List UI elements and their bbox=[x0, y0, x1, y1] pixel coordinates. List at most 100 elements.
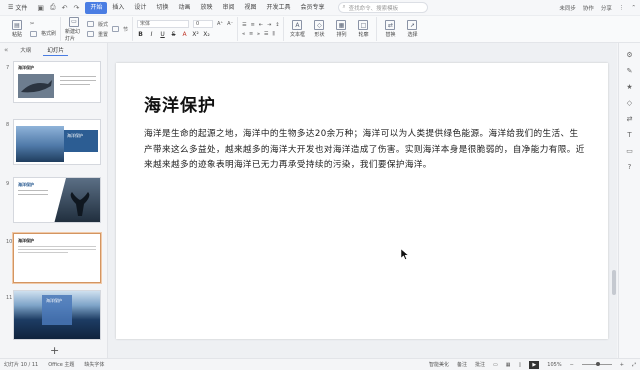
align-right-icon[interactable]: ⫸ bbox=[257, 31, 260, 37]
layout-button[interactable]: 版式 bbox=[87, 21, 108, 28]
zoom-out-icon[interactable]: − bbox=[570, 362, 574, 368]
save-icon[interactable]: ▣ bbox=[37, 4, 44, 12]
reset-button[interactable]: 重置 bbox=[87, 31, 108, 38]
slide-thumbnail-11[interactable]: 海洋保护 bbox=[13, 290, 101, 340]
transition-icon[interactable]: ⇄ bbox=[627, 115, 633, 123]
text-panel-icon[interactable]: T bbox=[627, 131, 631, 139]
slide-thumbnail-9[interactable]: 海洋保护 bbox=[13, 177, 101, 223]
arrange-button[interactable]: ▦ 排列 bbox=[332, 20, 350, 38]
scrollbar-thumb[interactable] bbox=[612, 270, 616, 295]
tab-home[interactable]: 开始 bbox=[85, 1, 108, 14]
sync-status[interactable]: 未同步 bbox=[559, 4, 576, 12]
shape-panel-icon[interactable]: ◇ bbox=[627, 99, 632, 107]
slideshow-play-button[interactable]: ▶ bbox=[529, 360, 540, 369]
replace-label: 替换 bbox=[385, 32, 396, 38]
replace-button[interactable]: ⇄ 替换 bbox=[381, 20, 399, 38]
align-left-icon[interactable]: ⫷ bbox=[242, 31, 245, 37]
reading-view-icon[interactable]: ▯ bbox=[519, 362, 522, 368]
indent-decrease-icon[interactable]: ⇤ bbox=[259, 22, 263, 28]
add-slide-button[interactable]: + bbox=[50, 344, 59, 357]
bold-button[interactable]: B bbox=[137, 31, 144, 38]
share-button[interactable]: 分享 bbox=[601, 4, 612, 12]
slide-body-text[interactable]: 海洋是生命的起源之地，海洋中的生物多达20余万种；海洋可以为人类提供绿色能源。海… bbox=[144, 127, 586, 174]
underline-button[interactable]: U bbox=[159, 31, 166, 38]
missing-font-indicator[interactable]: 缺失字体 bbox=[84, 361, 104, 368]
strikethrough-button[interactable]: S bbox=[170, 31, 177, 38]
font-color-button[interactable]: A bbox=[181, 31, 188, 38]
numbered-list-icon[interactable]: ≡ bbox=[251, 22, 255, 28]
tab-view[interactable]: 视图 bbox=[240, 2, 262, 14]
design-icon[interactable]: ✎ bbox=[627, 67, 633, 75]
tab-animation[interactable]: 动画 bbox=[173, 2, 195, 14]
current-slide[interactable]: 海洋保护 海洋是生命的起源之地，海洋中的生物多达20余万种；海洋可以为人类提供绿… bbox=[116, 63, 608, 339]
bullet-list-icon[interactable]: ☰ bbox=[242, 22, 246, 28]
redo-icon[interactable]: ↷ bbox=[74, 4, 80, 12]
indent-increase-icon[interactable]: ⇥ bbox=[267, 22, 271, 28]
thumb-text-line bbox=[60, 84, 90, 85]
hamburger-icon: ☰ bbox=[8, 4, 14, 11]
comment-icon[interactable]: ▭ bbox=[626, 147, 633, 155]
slide-thumbnail-8[interactable]: 海洋保护 bbox=[13, 119, 101, 165]
paste-label: 粘贴 bbox=[11, 32, 22, 38]
smart-beautify-button[interactable]: 智能美化 bbox=[429, 361, 449, 368]
vertical-scrollbar[interactable] bbox=[612, 43, 617, 358]
format-painter-button[interactable]: 格式刷 bbox=[30, 30, 56, 37]
slide-number: 11 bbox=[6, 295, 13, 301]
new-slide-button[interactable]: ▭ 新建幻灯片 bbox=[65, 16, 83, 42]
sorter-view-icon[interactable]: ▦ bbox=[506, 362, 511, 368]
slide-thumbnail-7[interactable]: 海洋保护 bbox=[13, 61, 101, 103]
command-search-input[interactable]: ⌕ 查找命令、搜索模板 bbox=[337, 2, 428, 13]
columns-icon[interactable]: ⫼ bbox=[273, 31, 275, 37]
file-menu-button[interactable]: ☰ 文件 bbox=[4, 2, 31, 14]
tab-insert[interactable]: 插入 bbox=[107, 2, 129, 14]
tab-design[interactable]: 设计 bbox=[129, 2, 151, 14]
animation-icon[interactable]: ★ bbox=[626, 83, 632, 91]
cut-button[interactable]: ✂ bbox=[30, 21, 56, 27]
zoom-slider[interactable] bbox=[581, 362, 612, 366]
thumb-title: 海洋保护 bbox=[18, 65, 34, 70]
collapse-ribbon-icon[interactable]: ⌃ bbox=[631, 5, 636, 11]
section-button[interactable]: 节 bbox=[112, 26, 128, 33]
text-box-button[interactable]: A 文本框 bbox=[288, 20, 306, 38]
notes-button[interactable]: 备注 bbox=[457, 361, 467, 368]
comments-button[interactable]: 批注 bbox=[475, 361, 485, 368]
zoom-level[interactable]: 105% bbox=[547, 362, 561, 368]
tab-transition[interactable]: 切换 bbox=[151, 2, 173, 14]
slide-title[interactable]: 海洋保护 bbox=[144, 91, 216, 116]
status-bar: 幻灯片 10 / 11 Office 主题 缺失字体 智能美化 备注 批注 ▭ … bbox=[0, 358, 640, 370]
slide-number: 7 bbox=[6, 65, 10, 71]
grow-font-icon[interactable]: A⁺ bbox=[217, 21, 223, 27]
font-name-select[interactable]: 宋体 bbox=[137, 20, 190, 28]
align-center-icon[interactable]: ≡ bbox=[249, 31, 253, 37]
superscript-button[interactable]: X² bbox=[192, 31, 199, 38]
tab-review[interactable]: 审阅 bbox=[217, 2, 239, 14]
properties-icon[interactable]: ⚙ bbox=[626, 51, 632, 59]
font-size-select[interactable]: 0 bbox=[193, 20, 214, 28]
subscript-button[interactable]: X₂ bbox=[203, 31, 210, 38]
shrink-font-icon[interactable]: A⁻ bbox=[227, 21, 233, 27]
italic-button[interactable]: I bbox=[148, 31, 155, 38]
outline-button[interactable]: □ 轮廓 bbox=[354, 20, 372, 38]
tab-slideshow[interactable]: 放映 bbox=[195, 2, 217, 14]
help-icon[interactable]: ? bbox=[628, 163, 632, 171]
line-spacing-icon[interactable]: ↕ bbox=[275, 22, 279, 28]
select-button[interactable]: ➚ 选择 bbox=[403, 20, 421, 38]
collapse-panel-icon[interactable]: « bbox=[4, 46, 8, 54]
tab-developer[interactable]: 开发工具 bbox=[262, 2, 296, 14]
collaborate-button[interactable]: 协作 bbox=[583, 4, 594, 12]
slide-thumbnail-10[interactable]: 海洋保护 bbox=[12, 232, 102, 284]
zoom-in-icon[interactable]: + bbox=[620, 362, 624, 368]
undo-icon[interactable]: ↶ bbox=[62, 4, 68, 12]
justify-icon[interactable]: ☰ bbox=[264, 31, 268, 37]
tab-slides[interactable]: 幻灯片 bbox=[43, 45, 68, 56]
paste-button[interactable]: ▤ 粘贴 bbox=[8, 20, 26, 38]
tab-outline[interactable]: 大纲 bbox=[16, 45, 35, 55]
normal-view-icon[interactable]: ▭ bbox=[493, 362, 498, 368]
print-icon[interactable]: ⎙ bbox=[50, 3, 56, 12]
shape-button[interactable]: ◇ 形状 bbox=[310, 20, 328, 38]
tab-member[interactable]: 会员专享 bbox=[296, 2, 330, 14]
more-icon[interactable]: ⋮ bbox=[619, 5, 625, 11]
fit-window-icon[interactable]: ⤢ bbox=[632, 362, 636, 368]
mouse-pointer-icon bbox=[401, 249, 409, 260]
section-buttons: 节 bbox=[112, 26, 128, 33]
